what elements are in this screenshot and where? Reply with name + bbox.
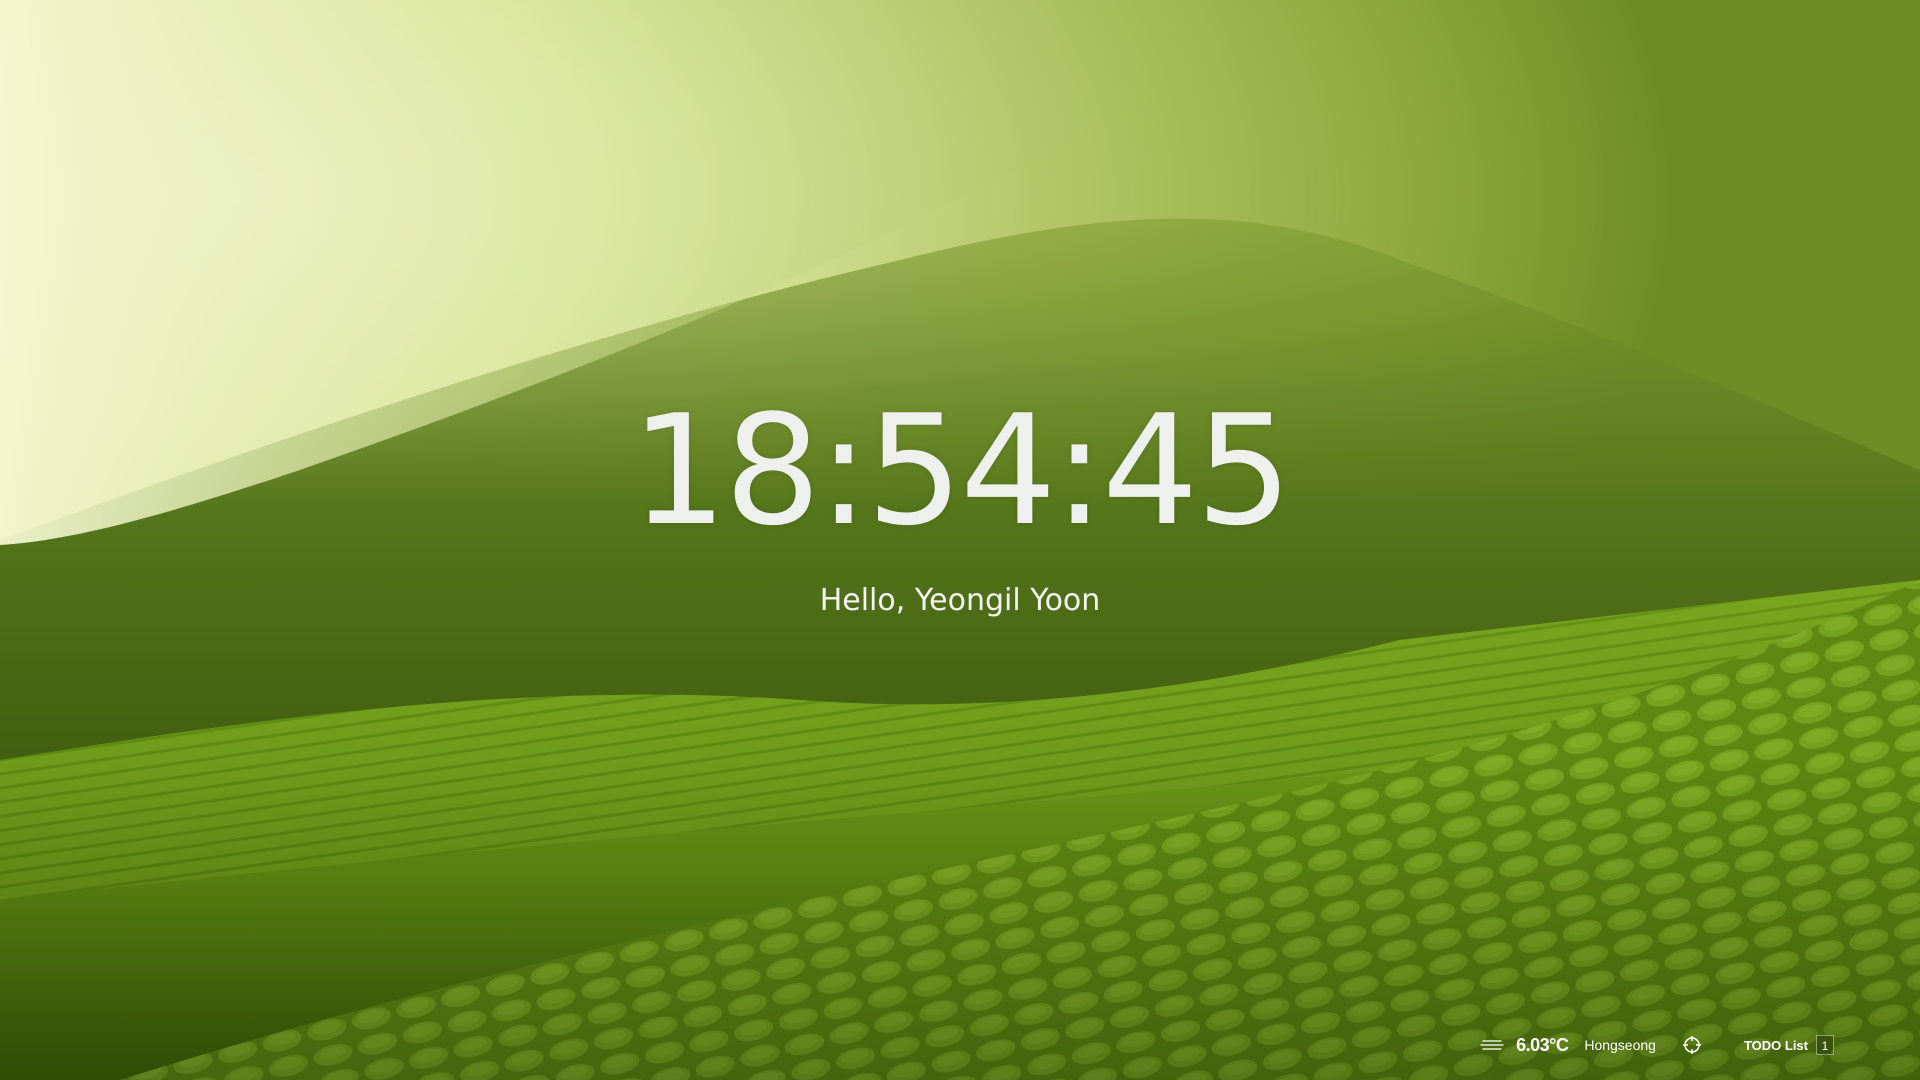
- clock-time: 18:54:45: [630, 382, 1293, 559]
- haze-icon: [1480, 1037, 1504, 1053]
- location-name: Hongseong: [1584, 1037, 1656, 1053]
- desktop-background: 18:54:45 Hello, Yeongil Yoon 6.03°C Hong…: [0, 0, 1920, 1080]
- greeting-text: Hello, Yeongil Yoon: [819, 583, 1101, 618]
- status-bar: 6.03°C Hongseong TODO List 1: [1480, 1032, 1834, 1058]
- todo-list-button[interactable]: TODO List: [1744, 1038, 1808, 1053]
- crosshair-icon[interactable]: [1682, 1035, 1702, 1055]
- temperature-value: 6.03°C: [1516, 1034, 1569, 1055]
- todo-count-badge: 1: [1816, 1035, 1834, 1055]
